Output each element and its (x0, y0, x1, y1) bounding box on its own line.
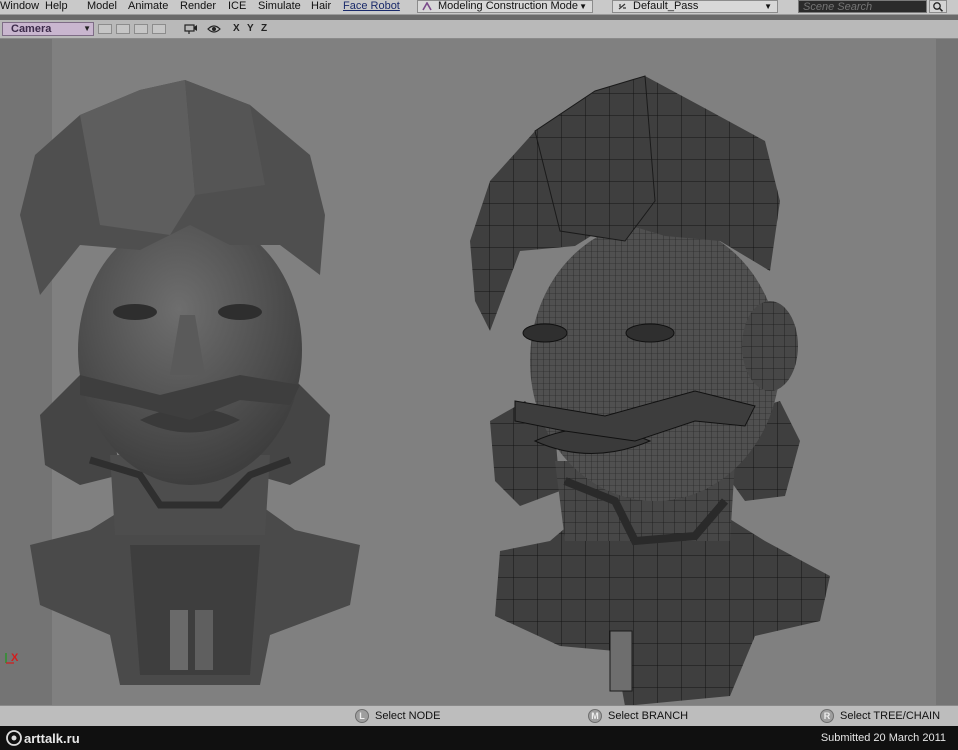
construction-mode-dropdown[interactable]: Modeling Construction Mode ▼ (417, 0, 593, 13)
menu-face-robot[interactable]: Face Robot (343, 0, 400, 14)
left-mouse-text: Select NODE (375, 710, 441, 722)
view-preset-button-4[interactable] (152, 24, 166, 34)
search-button[interactable] (929, 0, 947, 13)
menu-animate[interactable]: Animate (128, 0, 168, 14)
chevron-down-icon: ▼ (579, 2, 587, 11)
svg-text:arttalk.ru: arttalk.ru (24, 731, 80, 746)
camera-view-icon[interactable] (184, 23, 198, 35)
chevron-down-icon: ▼ (764, 2, 772, 11)
left-mouse-hint: L Select NODE (355, 708, 555, 724)
3d-viewport[interactable]: X (0, 39, 958, 705)
render-pass-dropdown[interactable]: Default_Pass ▼ (612, 0, 778, 13)
eye-visibility-icon[interactable] (207, 23, 221, 35)
right-mouse-icon: R (820, 709, 834, 723)
menu-ice[interactable]: ICE (228, 0, 246, 14)
wireframe-head-model[interactable] (465, 71, 835, 705)
right-mouse-text: Select TREE/CHAIN (840, 710, 941, 722)
left-mouse-icon: L (355, 709, 369, 723)
middle-mouse-icon: M (588, 709, 602, 723)
axis-gizmo-x-label: X (11, 652, 19, 664)
pass-icon (618, 3, 626, 10)
status-bar: L Select NODE M Select BRANCH R Select T… (0, 705, 958, 726)
view-preset-button-2[interactable] (116, 24, 130, 34)
menu-window[interactable]: Window (0, 0, 39, 14)
menu-model[interactable]: Model (87, 0, 117, 14)
view-preset-button-1[interactable] (98, 24, 112, 34)
menu-render[interactable]: Render (180, 0, 216, 14)
axis-x-toggle[interactable]: X (233, 23, 240, 35)
arttalk-logo: arttalk.ru (6, 730, 80, 746)
modeling-mode-icon (422, 2, 432, 11)
search-icon (933, 2, 944, 12)
render-pass-label: Default_Pass (633, 0, 699, 12)
camera-label: Camera (11, 23, 52, 35)
menu-help[interactable]: Help (45, 0, 68, 14)
construction-mode-label: Modeling Construction Mode (438, 0, 579, 12)
right-mouse-hint: R Select TREE/CHAIN (820, 708, 956, 724)
menu-hair[interactable]: Hair (311, 0, 331, 14)
scene-search-input[interactable] (798, 0, 927, 13)
middle-mouse-hint: M Select BRANCH (588, 708, 788, 724)
viewport-right-margin (936, 39, 958, 705)
watermark-bar: arttalk.ru Submitted 20 March 2011 (0, 726, 958, 750)
shaded-head-model[interactable] (20, 75, 365, 695)
main-menu-bar: Window Help Model Animate Render ICE Sim… (0, 0, 958, 15)
axis-z-toggle[interactable]: Z (261, 23, 267, 35)
chevron-down-icon: ▼ (83, 24, 91, 33)
camera-dropdown[interactable]: Camera ▼ (2, 22, 94, 36)
viewport-toolbar: Camera ▼ X Y Z (0, 20, 958, 39)
middle-mouse-text: Select BRANCH (608, 710, 689, 722)
menu-simulate[interactable]: Simulate (258, 0, 301, 14)
view-preset-button-3[interactable] (134, 24, 148, 34)
axis-y-toggle[interactable]: Y (247, 23, 254, 35)
submitted-date: Submitted 20 March 2011 (820, 732, 946, 744)
